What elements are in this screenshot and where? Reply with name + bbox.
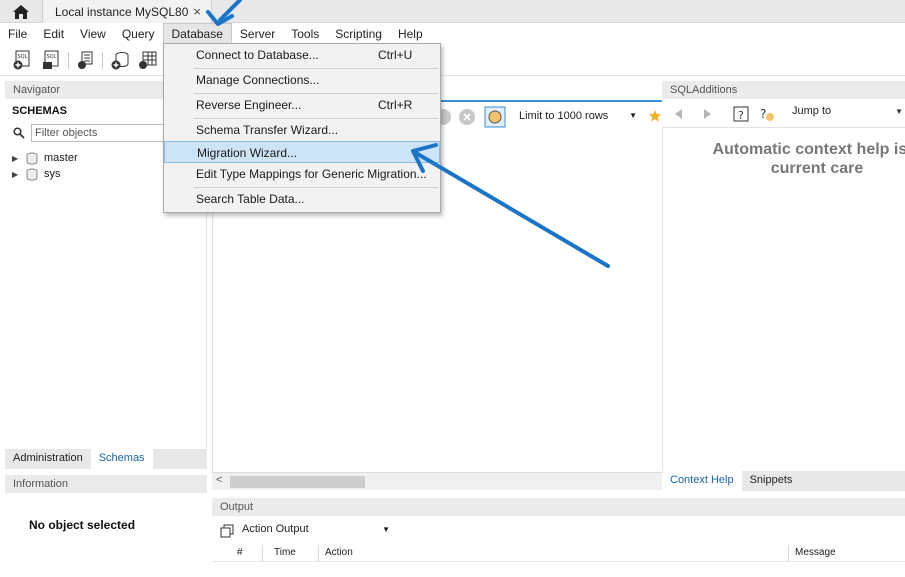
no-object-selected-text: No object selected (29, 518, 136, 532)
search-icon (13, 127, 25, 139)
expand-arrow-icon[interactable]: ▶ (12, 170, 22, 179)
scroll-left-icon[interactable]: < (216, 474, 222, 486)
menu-item-manage-connections[interactable]: Manage Connections... (164, 69, 440, 91)
menu-item-label: Reverse Engineer... (196, 98, 302, 112)
context-help-line: current care (770, 160, 864, 177)
menu-scripting[interactable]: Scripting (327, 23, 390, 45)
manual-help-icon[interactable]: ? (732, 105, 750, 123)
menu-bar: File Edit View Query Database Server Too… (0, 23, 905, 45)
toggle-autocommit-icon[interactable] (484, 106, 506, 128)
schema-tree-item[interactable]: ▶ sys (12, 166, 61, 182)
column-number[interactable]: # (237, 547, 243, 558)
connection-tab-title: Local instance MySQL80 (55, 4, 189, 19)
tab-schemas[interactable]: Schemas (90, 449, 153, 469)
svg-text:SQL: SQL (18, 54, 28, 60)
open-sql-script-icon[interactable]: SQL (41, 50, 61, 70)
connection-tab[interactable]: Local instance MySQL80 × (42, 0, 212, 23)
information-header: Information (5, 475, 207, 493)
schema-tree-item[interactable]: ▶ master (12, 150, 78, 166)
information-panel: No object selected (5, 494, 207, 577)
menu-item-reverse-engineer[interactable]: Reverse Engineer... Ctrl+R (164, 94, 440, 116)
context-help-message: Automatic context help is d current care (687, 140, 905, 178)
context-help-line: Automatic context help is d (712, 141, 905, 158)
column-divider (262, 545, 263, 561)
output-table-header: # Time Action Message (212, 544, 905, 562)
star-icon[interactable] (648, 109, 662, 123)
menu-item-label: Edit Type Mappings for Generic Migration… (196, 167, 427, 181)
menu-item-connect-to-database[interactable]: Connect to Database... Ctrl+U (164, 44, 440, 66)
context-help-panel: Automatic context help is d current care (662, 128, 905, 471)
document-tab-bar: Local instance MySQL80 × (0, 0, 905, 23)
tab-snippets[interactable]: Snippets (742, 471, 801, 491)
schema-name: sys (44, 168, 61, 180)
column-time[interactable]: Time (274, 547, 296, 558)
schema-name: master (44, 152, 78, 164)
sql-additions-tabs: Context Help Snippets (662, 471, 905, 491)
horizontal-scrollbar[interactable]: < (212, 472, 662, 490)
menu-help[interactable]: Help (390, 23, 431, 45)
create-table-icon[interactable] (138, 50, 158, 70)
menu-item-shortcut: Ctrl+R (378, 98, 413, 112)
menu-item-edit-type-mappings[interactable]: Edit Type Mappings for Generic Migration… (164, 163, 440, 185)
menu-item-label: Schema Transfer Wizard... (196, 123, 339, 137)
svg-text:?: ? (760, 107, 766, 121)
chevron-down-icon[interactable]: ▼ (895, 107, 903, 116)
menu-file[interactable]: File (0, 23, 35, 45)
copy-icon[interactable] (220, 524, 234, 538)
back-icon[interactable] (674, 109, 684, 119)
sql-additions-header: SQLAdditions (662, 81, 905, 99)
schemas-label: SCHEMAS (12, 105, 68, 117)
chevron-down-icon: ▼ (382, 525, 390, 534)
expand-arrow-icon[interactable]: ▶ (12, 154, 22, 163)
new-sql-tab-icon[interactable]: SQL (12, 50, 32, 70)
limit-rows-label: Limit to 1000 rows (519, 110, 609, 122)
jump-to-select[interactable]: Jump to (792, 105, 831, 117)
menu-item-shortcut: Ctrl+U (378, 48, 413, 62)
navigator-tabs: Administration Schemas (5, 449, 207, 469)
main-toolbar: SQL SQL (0, 45, 905, 76)
chevron-down-icon: ▼ (629, 111, 637, 120)
database-menu: Connect to Database... Ctrl+U Manage Con… (163, 43, 441, 213)
create-schema-icon[interactable] (110, 50, 130, 70)
menu-server[interactable]: Server (232, 23, 283, 45)
menu-item-migration-wizard[interactable]: Migration Wizard... (164, 141, 440, 163)
column-divider (788, 545, 789, 561)
close-tab-icon[interactable]: × (193, 4, 201, 19)
home-tab[interactable] (0, 0, 42, 23)
menu-item-schema-transfer-wizard[interactable]: Schema Transfer Wizard... (164, 119, 440, 141)
menu-query[interactable]: Query (114, 23, 163, 45)
sql-additions-toolbar: ? ? Jump to ▼ (662, 100, 905, 128)
menu-database[interactable]: Database (162, 23, 232, 45)
database-icon (26, 152, 38, 164)
column-divider (318, 545, 319, 561)
column-message[interactable]: Message (795, 547, 836, 558)
scrollbar-thumb[interactable] (230, 476, 365, 488)
svg-text:SQL: SQL (47, 54, 57, 60)
menu-item-label: Migration Wizard... (197, 146, 298, 160)
menu-item-label: Connect to Database... (196, 48, 319, 62)
output-type-select[interactable]: Action Output ▼ (242, 523, 392, 541)
auto-help-icon[interactable]: ? (758, 105, 776, 123)
menu-item-search-table-data[interactable]: Search Table Data... (164, 188, 440, 210)
output-toolbar: Action Output ▼ (212, 518, 905, 544)
output-header: Output (212, 498, 905, 516)
toolbar-separator (68, 52, 69, 69)
schema-inspector-icon[interactable] (76, 50, 96, 70)
menu-tools[interactable]: Tools (283, 23, 327, 45)
toolbar-separator (102, 52, 103, 69)
svg-text:?: ? (738, 109, 744, 122)
menu-edit[interactable]: Edit (35, 23, 72, 45)
limit-rows-select[interactable]: Limit to 1000 rows ▼ (513, 106, 641, 126)
tab-administration[interactable]: Administration (5, 449, 91, 469)
home-icon (13, 4, 29, 19)
menu-view[interactable]: View (72, 23, 114, 45)
cancel-icon[interactable] (458, 108, 476, 126)
output-type-label: Action Output (242, 523, 309, 535)
forward-icon[interactable] (702, 109, 712, 119)
database-icon (26, 168, 38, 180)
menu-item-label: Search Table Data... (196, 192, 305, 206)
tab-context-help[interactable]: Context Help (662, 471, 742, 491)
menu-item-label: Manage Connections... (196, 73, 320, 87)
column-action[interactable]: Action (325, 547, 353, 558)
